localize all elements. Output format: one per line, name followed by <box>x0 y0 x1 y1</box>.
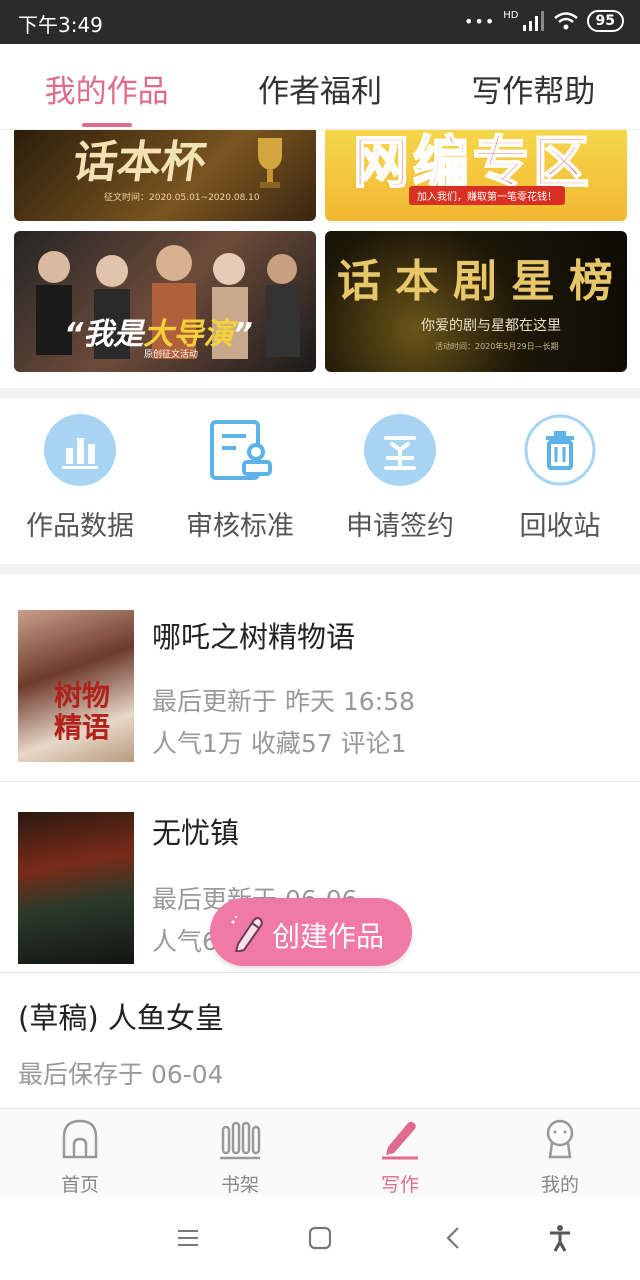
nav-bookshelf[interactable]: 书架 <box>160 1109 320 1196</box>
sign-icon <box>364 414 436 486</box>
menu-icon[interactable] <box>172 1222 204 1254</box>
more-dots-icon: ••• <box>463 11 496 31</box>
action-review-standards[interactable]: 审核标准 <box>160 398 320 564</box>
trophy-icon <box>258 138 282 188</box>
action-apply-contract[interactable]: 申请签约 <box>320 398 480 564</box>
tab-writing-help[interactable]: 写作帮助 <box>427 44 640 129</box>
banner-caption: 活动时间：2020年5月29日—长期 <box>435 342 559 351</box>
tab-label: 写作帮助 <box>471 74 596 110</box>
battery-indicator: 95 <box>586 10 624 32</box>
back-icon[interactable] <box>438 1222 470 1254</box>
nav-label: 我的 <box>540 1174 579 1196</box>
top-tabs: 我的作品 作者福利 写作帮助 <box>0 44 640 130</box>
home-icon <box>62 1119 98 1159</box>
nav-label: 首页 <box>60 1174 99 1196</box>
nav-home[interactable]: 首页 <box>0 1109 160 1196</box>
wifi-icon <box>553 12 578 30</box>
banner-grid: 话本杯 征文时间：2020.05.01~2020.08.10 网编专区 加入我们… <box>0 130 640 388</box>
active-tab-indicator <box>81 123 132 127</box>
action-label: 回收站 <box>519 511 601 542</box>
tab-author-benefits[interactable]: 作者福利 <box>213 44 426 129</box>
bookshelf-icon <box>220 1121 261 1160</box>
banner-caption: 原创征文活动 <box>144 350 199 360</box>
status-bar: 下午3:49 ••• HD 95 <box>0 0 640 44</box>
banner-big-director[interactable]: “我是大导演” 原创征文活动 <box>14 231 316 372</box>
banner-title: 话本杯 <box>69 137 209 188</box>
tab-label: 作者福利 <box>257 74 382 110</box>
bottom-nav: 首页 书架 写作 我的 <box>0 1108 640 1196</box>
profile-icon <box>546 1119 574 1159</box>
home-button-icon[interactable] <box>304 1222 336 1254</box>
work-saved: 最后保存于 06-04 <box>18 1060 224 1089</box>
action-label: 申请签约 <box>346 511 454 542</box>
section-divider <box>0 388 640 398</box>
create-work-button[interactable]: 创建作品 <box>210 898 412 966</box>
accessibility-icon[interactable] <box>544 1222 576 1254</box>
banner-caption: 征文时间：2020.05.01~2020.08.10 <box>104 193 260 203</box>
signal-icon <box>522 11 544 31</box>
tab-label: 我的作品 <box>44 74 169 110</box>
create-work-label: 创建作品 <box>272 920 385 953</box>
banner-editor-zone[interactable]: 网编专区 加入我们，赚取第一笔零花钱！ <box>325 130 627 221</box>
work-title: (草稿) 人鱼女皇 <box>18 1001 224 1035</box>
action-label: 审核标准 <box>186 511 294 542</box>
system-nav-bar <box>0 1196 640 1280</box>
action-work-data[interactable]: 作品数据 <box>0 398 160 564</box>
banner-subtitle: 你爱的剧与星都在这里 <box>421 318 561 334</box>
bar-chart-icon <box>44 414 116 486</box>
nav-profile[interactable]: 我的 <box>480 1109 640 1196</box>
hd-label: HD <box>503 9 519 21</box>
action-recycle-bin[interactable]: 回收站 <box>480 398 640 564</box>
banner-title: 话本剧星榜 <box>337 256 627 307</box>
banner-huaben-cup[interactable]: 话本杯 征文时间：2020.05.01~2020.08.10 <box>14 130 316 221</box>
action-label: 作品数据 <box>26 511 134 542</box>
trash-icon <box>524 414 596 486</box>
work-stats: 人气6 <box>152 927 218 956</box>
cover-text: 树物精语 <box>54 679 111 744</box>
quick-actions: 作品数据 审核标准 申请签约 回收站 <box>0 398 640 564</box>
banner-caption: 加入我们，赚取第一笔零花钱！ <box>409 186 565 205</box>
pencil-icon <box>231 916 263 952</box>
review-document-icon <box>210 420 272 480</box>
work-stats: 人气1万 收藏57 评论1 <box>152 729 407 758</box>
pen-icon <box>382 1121 418 1160</box>
nav-label: 写作 <box>380 1174 419 1196</box>
section-divider <box>0 564 640 574</box>
work-title: 哪吒之树精物语 <box>152 620 356 654</box>
work-title: 无忧镇 <box>152 816 240 850</box>
nav-label: 书架 <box>220 1174 259 1196</box>
status-time: 下午3:49 <box>18 13 103 37</box>
book-cover: 树物精语 <box>18 610 134 762</box>
nav-write[interactable]: 写作 <box>320 1109 480 1196</box>
tab-my-works[interactable]: 我的作品 <box>0 44 213 129</box>
banner-drama-star-list[interactable]: 话本剧星榜 你爱的剧与星都在这里 活动时间：2020年5月29日—长期 <box>325 231 627 372</box>
work-updated: 最后更新于 昨天 16:58 <box>152 687 415 716</box>
book-cover <box>18 812 134 964</box>
status-icons: ••• HD 95 <box>464 10 624 32</box>
work-item-draft[interactable]: (草稿) 人鱼女皇 最后保存于 06-04 <box>0 973 640 1107</box>
work-item[interactable]: 树物精语 哪吒之树精物语 最后更新于 昨天 16:58 人气1万 收藏57 评论… <box>0 574 640 782</box>
